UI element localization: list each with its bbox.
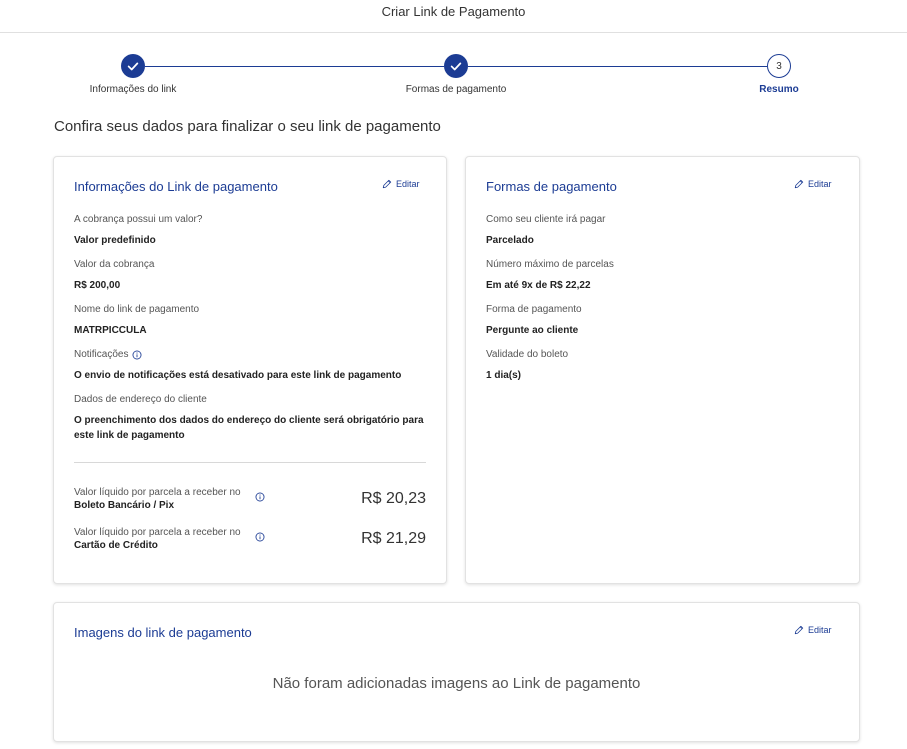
edit-link-info-button[interactable]: Editar [382,179,420,189]
field-value: O envio de notificações está desativado … [74,370,402,381]
pencil-icon [794,625,804,635]
info-icon[interactable] [255,492,265,502]
link-images-card: Imagens do link de pagamento Editar Não … [53,602,860,742]
page-title: Criar Link de Pagamento [381,4,526,19]
stepper: Informações do link Formas de pagamento … [0,50,907,100]
field-label: A cobrança possui um valor? [74,214,203,225]
field-value: 1 dia(s) [486,370,522,381]
step-2-label: Formas de pagamento [405,84,507,95]
field-value: Valor predefinido [74,235,156,246]
field-label: Número máximo de parcelas [486,259,614,270]
field-label: Notificações [74,349,129,360]
field-charge-amount: Valor da cobrança R$ 200,00 [74,259,154,293]
net-value-card-row: Valor líquido por parcela a receber no C… [74,526,426,560]
edit-label: Editar [396,179,420,189]
net-value-boleto-row: Valor líquido por parcela a receber no B… [74,486,426,520]
net-value-amount: R$ 20,23 [361,490,426,507]
field-label: Forma de pagamento [486,304,582,315]
divider [74,462,426,463]
payment-methods-card: Formas de pagamento Editar Como seu clie… [465,156,860,584]
step-3-label: Resumo [759,84,799,95]
field-value: Pergunte ao cliente [486,325,579,336]
info-icon[interactable] [132,350,142,360]
info-icon[interactable] [255,532,265,542]
step-3-circle: 3 [767,54,791,78]
net-value-method: Cartão de Crédito [74,540,158,551]
page-headline: Confira seus dados para finalizar o seu … [54,118,441,135]
step-1-check-icon [121,54,145,78]
field-value: MATRPICCULA [74,325,147,336]
field-label: Como seu cliente irá pagar [486,214,606,225]
card-title: Imagens do link de pagamento [74,625,252,640]
pencil-icon [382,179,392,189]
empty-images-message: Não foram adicionadas imagens ao Link de… [272,675,641,692]
field-label: Dados de endereço do cliente [74,394,207,405]
field-max-installments: Número máximo de parcelas Em até 9x de R… [486,259,614,293]
net-value-method: Boleto Bancário / Pix [74,500,175,511]
card-title: Informações do Link de pagamento [74,179,278,194]
field-value: O preenchimento dos dados do endereço do… [74,415,424,441]
top-bar: Criar Link de Pagamento [0,0,907,33]
field-value: Parcelado [486,235,534,246]
step-1-label: Informações do link [89,84,177,95]
step-connector [145,66,444,67]
field-label: Valor da cobrança [74,259,155,270]
field-label: Validade do boleto [486,349,569,360]
pencil-icon [794,179,804,189]
field-value: Em até 9x de R$ 22,22 [486,280,591,291]
field-notifications: Notificações O envio de notificações est… [74,349,401,383]
edit-label: Editar [808,625,832,635]
card-title: Formas de pagamento [486,179,617,194]
field-payment-mode: Como seu cliente irá pagar Parcelado [486,214,606,248]
edit-label: Editar [808,179,832,189]
field-label: Nome do link de pagamento [74,304,200,315]
net-value-label: Valor líquido por parcela a receber no [74,487,241,498]
edit-images-button[interactable]: Editar [794,625,832,635]
link-info-card: Informações do Link de pagamento Editar … [53,156,447,584]
edit-payment-methods-button[interactable]: Editar [794,179,832,189]
field-boleto-validity: Validade do boleto 1 dia(s) [486,349,568,383]
step-2-check-icon [444,54,468,78]
field-payment-method: Forma de pagamento Pergunte ao cliente [486,304,582,338]
field-value: R$ 200,00 [74,280,121,291]
net-value-amount: R$ 21,29 [361,530,426,547]
field-link-name: Nome do link de pagamento MATRPICCULA [74,304,199,338]
field-customer-address: Dados de endereço do cliente O preenchim… [74,394,424,443]
net-value-label: Valor líquido por parcela a receber no [74,527,241,538]
step-3-number: 3 [776,60,782,72]
step-connector [468,66,767,67]
field-charge-type: A cobrança possui um valor? Valor predef… [74,214,202,248]
